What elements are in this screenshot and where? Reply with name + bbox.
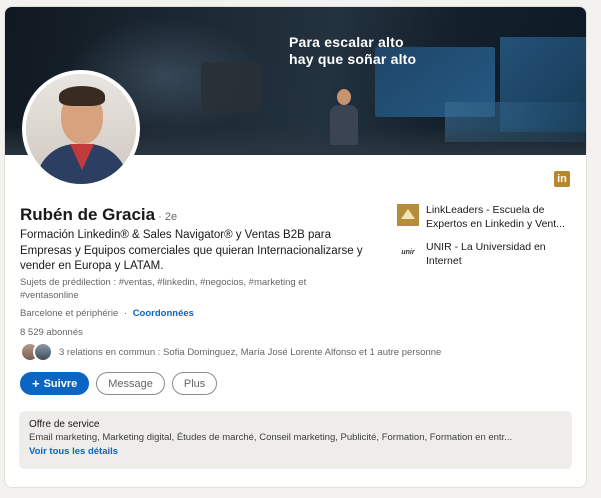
education-list: LinkLeaders - Escuela de Expertos en Lin…	[397, 203, 576, 277]
unir-logo-icon: unir	[397, 241, 419, 263]
banner-slogan: Para escalar alto hay que soñar alto	[289, 34, 416, 68]
education-item[interactable]: unir UNIR - La Universidad en Internet	[397, 240, 576, 268]
profile-avatar[interactable]	[22, 70, 140, 188]
name-row: Rubén de Gracia · 2e	[20, 205, 177, 225]
service-list: Email marketing, Marketing digital, Étud…	[29, 432, 513, 443]
service-title: Offre de service	[29, 419, 100, 430]
mutual-avatar	[33, 342, 53, 362]
profile-topics: Sujets de prédilection : #ventas, #linke…	[20, 277, 307, 301]
location-separator: ·	[123, 308, 128, 319]
profile-card: Para escalar alto hay que soñar alto in …	[4, 6, 587, 488]
service-offer-box[interactable]: Offre de service Email marketing, Market…	[19, 411, 572, 469]
banner-slogan-line2: hay que soñar alto	[289, 51, 417, 67]
linkleaders-logo-icon	[397, 204, 419, 226]
mutual-connections[interactable]: 3 relations en commun : Sofia Dominguez,…	[20, 342, 441, 362]
follow-button-label: Suivre	[43, 377, 78, 390]
contact-info-link[interactable]: Coordonnées	[133, 308, 194, 319]
profile-actions: + Suivre Message Plus	[20, 372, 218, 395]
message-button[interactable]: Message	[96, 372, 165, 395]
follow-button[interactable]: + Suivre	[20, 372, 90, 395]
banner-camera	[201, 62, 261, 112]
linkedin-badge-icon[interactable]: in	[554, 171, 570, 187]
location-row: Barcelone et périphérie · Coordonnées	[20, 308, 194, 319]
connection-degree: · 2e	[158, 211, 178, 223]
profile-location: Barcelone et périphérie	[20, 308, 119, 319]
followers-count[interactable]: 8 529 abonnés	[20, 327, 83, 338]
education-item[interactable]: LinkLeaders - Escuela de Expertos en Lin…	[397, 203, 576, 231]
plus-icon: +	[32, 376, 40, 391]
education-name: UNIR - La Universidad en Internet	[426, 241, 546, 267]
education-name: LinkLeaders - Escuela de Expertos en Lin…	[426, 204, 565, 230]
more-button[interactable]: Plus	[171, 372, 218, 395]
mutual-connections-text[interactable]: 3 relations en commun : Sofia Dominguez,…	[59, 347, 441, 358]
service-details-link[interactable]: Voir tous les détails	[29, 446, 562, 457]
profile-name: Rubén de Gracia	[20, 205, 156, 224]
banner-slogan-line1: Para escalar alto	[289, 34, 404, 50]
profile-headline: Formación Linkedin® & Sales Navigator® y…	[20, 229, 363, 272]
banner-speaker	[327, 89, 361, 145]
